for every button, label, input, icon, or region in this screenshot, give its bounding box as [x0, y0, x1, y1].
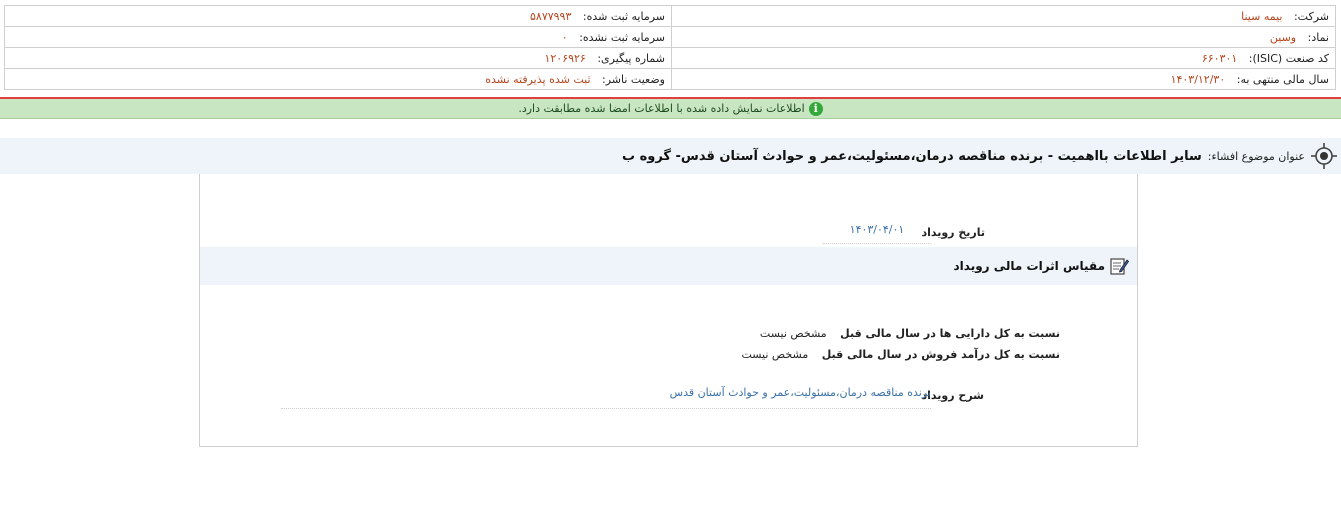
sales-ratio-row: نسبت به کل درآمد فروش در سال مالی قبل مش… — [741, 348, 1060, 361]
info-row: نماد: وسین سرمایه ثبت نشده: ۰ — [4, 26, 1336, 48]
fiscal-value: ۱۴۰۳/۱۲/۳۰ — [1170, 72, 1226, 86]
edit-note-icon — [1110, 258, 1129, 275]
tracking-value: ۱۲۰۶۹۲۶ — [544, 51, 586, 65]
event-description-field: برنده مناقصه درمان،مسئولیت،عمر و حوادث آ… — [281, 386, 931, 409]
financial-impact-section: مقیاس اثرات مالی رویداد — [200, 247, 1137, 285]
publisher-status-cell: وضعیت ناشر: ثبت شده پذیرفته نشده — [4, 68, 672, 90]
subject-label: عنوان موضوع افشاء: — [1207, 149, 1305, 163]
symbol-cell: نماد: وسین — [671, 26, 1336, 48]
verification-text: اطلاعات نمایش داده شده با اطلاعات امضا ش… — [518, 102, 805, 115]
symbol-label: نماد: — [1307, 30, 1329, 44]
info-check-icon: i — [808, 101, 823, 116]
desc-value-text: برنده مناقصه درمان،مسئولیت،عمر و حوادث آ… — [669, 386, 931, 399]
tracking-cell: شماره پیگیری: ۱۲۰۶۹۲۶ — [4, 47, 672, 69]
info-row: شرکت: بیمه سینا سرمایه ثبت شده: ۵۸۷۷۹۹۳ — [4, 5, 1336, 27]
symbol-value: وسین — [1269, 30, 1297, 44]
isic-label: کد صنعت (ISIC): — [1248, 51, 1329, 65]
company-cell: شرکت: بیمه سینا — [671, 5, 1336, 27]
tracking-label: شماره پیگیری: — [597, 51, 665, 65]
unreg-capital-label: سرمایه ثبت نشده: — [579, 30, 665, 44]
reg-capital-cell: سرمایه ثبت شده: ۵۸۷۷۹۹۳ — [4, 5, 672, 27]
target-icon — [1311, 143, 1337, 169]
unreg-capital-cell: سرمایه ثبت نشده: ۰ — [4, 26, 672, 48]
assets-ratio-value: مشخص نیست — [759, 327, 827, 340]
reg-capital-value: ۵۸۷۷۹۹۳ — [530, 9, 572, 23]
event-panel: تاریخ رویداد ۱۴۰۳/۰۴/۰۱ مقیاس اثرات مالی… — [199, 174, 1138, 447]
isic-cell: کد صنعت (ISIC): ۶۶۰۳۰۱ — [671, 47, 1336, 69]
subject-title: سایر اطلاعات بااهمیت - برنده مناقصه درما… — [621, 148, 1202, 164]
assets-ratio-label: نسبت به کل دارایی ها در سال مالی قبل — [840, 327, 1060, 340]
sales-ratio-label: نسبت به کل درآمد فروش در سال مالی قبل — [821, 348, 1060, 361]
info-row: سال مالی منتهی به: ۱۴۰۳/۱۲/۳۰ وضعیت ناشر… — [4, 68, 1336, 90]
date-value-text: ۱۴۰۳/۰۴/۰۱ — [849, 223, 905, 236]
subject-bar: عنوان موضوع افشاء: سایر اطلاعات بااهمیت … — [0, 138, 1341, 174]
fiscal-label: سال مالی منتهی به: — [1236, 72, 1329, 86]
publisher-status-value: ثبت شده پذیرفته نشده — [485, 72, 591, 86]
assets-ratio-row: نسبت به کل دارایی ها در سال مالی قبل مشخ… — [760, 327, 1060, 340]
fiscal-cell: سال مالی منتهی به: ۱۴۰۳/۱۲/۳۰ — [671, 68, 1336, 90]
company-info-table: شرکت: بیمه سینا سرمایه ثبت شده: ۵۸۷۷۹۹۳ … — [4, 5, 1336, 90]
publisher-status-label: وضعیت ناشر: — [602, 72, 665, 86]
company-label: شرکت: — [1293, 9, 1329, 23]
info-row: کد صنعت (ISIC): ۶۶۰۳۰۱ شماره پیگیری: ۱۲۰… — [4, 47, 1336, 69]
isic-value: ۶۶۰۳۰۱ — [1201, 51, 1238, 65]
unreg-capital-value: ۰ — [561, 30, 568, 44]
verification-banner: i اطلاعات نمایش داده شده با اطلاعات امضا… — [0, 99, 1341, 119]
event-date-field: ۱۴۰۳/۰۴/۰۱ — [823, 223, 931, 244]
sales-ratio-value: مشخص نیست — [741, 348, 809, 361]
financial-impact-title: مقیاس اثرات مالی رویداد — [953, 259, 1105, 273]
reg-capital-label: سرمایه ثبت شده: — [582, 9, 665, 23]
company-value: بیمه سینا — [1241, 9, 1283, 23]
